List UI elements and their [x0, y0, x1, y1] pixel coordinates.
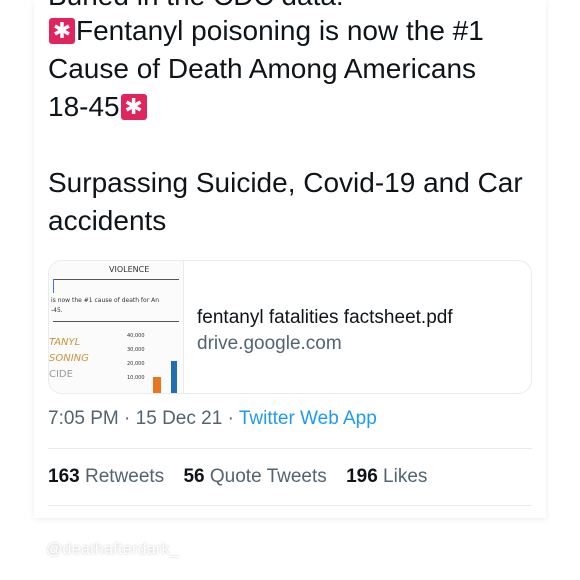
- thumb-caption: is now the #1 cause of death for An: [51, 297, 159, 304]
- tweet-timestamp: 7:05 PM · 15 Dec 21 · Twitter Web App: [48, 408, 377, 430]
- thumb-list-item: TANYL: [49, 337, 81, 348]
- thumb-bar-blue: [171, 361, 177, 393]
- thumb-marker: [53, 279, 54, 293]
- thumb-rule: [53, 279, 179, 280]
- watermark: @deathafterdark_: [46, 541, 180, 558]
- retweets-stat[interactable]: 163 Retweets: [48, 466, 164, 487]
- headline-text: Fentanyl poisoning is now the #1 Cause o…: [48, 15, 484, 122]
- link-thumbnail: VIOLENCE is now the #1 cause of death fo…: [49, 261, 184, 393]
- siren-icon: [49, 17, 75, 45]
- thumb-rule-2: [53, 321, 179, 322]
- tweet-time[interactable]: 7:05 PM: [48, 408, 119, 429]
- thumb-list-item: SONING: [49, 353, 89, 364]
- link-preview-card[interactable]: VIOLENCE is now the #1 cause of death fo…: [48, 260, 532, 394]
- tweet-headline: Fentanyl poisoning is now the #1 Cause o…: [48, 12, 518, 126]
- separator-dot: ·: [227, 408, 239, 429]
- link-domain: drive.google.com: [197, 333, 342, 354]
- thumb-axis-label: 30,000: [127, 347, 145, 353]
- thumb-axis-label: 20,000: [127, 361, 145, 367]
- divider: [48, 448, 532, 449]
- thumb-heading: VIOLENCE: [109, 265, 150, 274]
- thumb-list-item: CIDE: [49, 369, 73, 380]
- likes-stat[interactable]: 196 Likes: [346, 466, 427, 487]
- thumb-caption-2: -45.: [51, 307, 63, 314]
- tweet-source-app[interactable]: Twitter Web App: [239, 408, 377, 429]
- link-meta: fentanyl fatalities factsheet.pdf drive.…: [197, 305, 453, 357]
- tweet-subline: Surpassing Suicide, Covid-19 and Car acc…: [48, 167, 523, 236]
- quote-tweets-stat[interactable]: 56 Quote Tweets: [183, 466, 326, 487]
- tweet-card: Buried in the CDC data: Fentanyl poisoni…: [34, 0, 546, 518]
- link-title[interactable]: fentanyl fatalities factsheet.pdf: [197, 305, 453, 331]
- divider: [48, 505, 532, 506]
- tweet-text-cut-top: Buried in the CDC data:: [48, 0, 528, 12]
- thumb-axis-label: 40,000: [127, 333, 145, 339]
- siren-icon: [120, 93, 147, 121]
- thumb-axis-label: 10,000: [127, 375, 145, 381]
- tweet-date[interactable]: 15 Dec 21: [136, 408, 223, 429]
- separator-dot: ·: [124, 408, 136, 429]
- tweet-stats: 163 Retweets 56 Quote Tweets 196 Likes: [48, 466, 427, 488]
- thumb-bar-orange: [153, 377, 161, 393]
